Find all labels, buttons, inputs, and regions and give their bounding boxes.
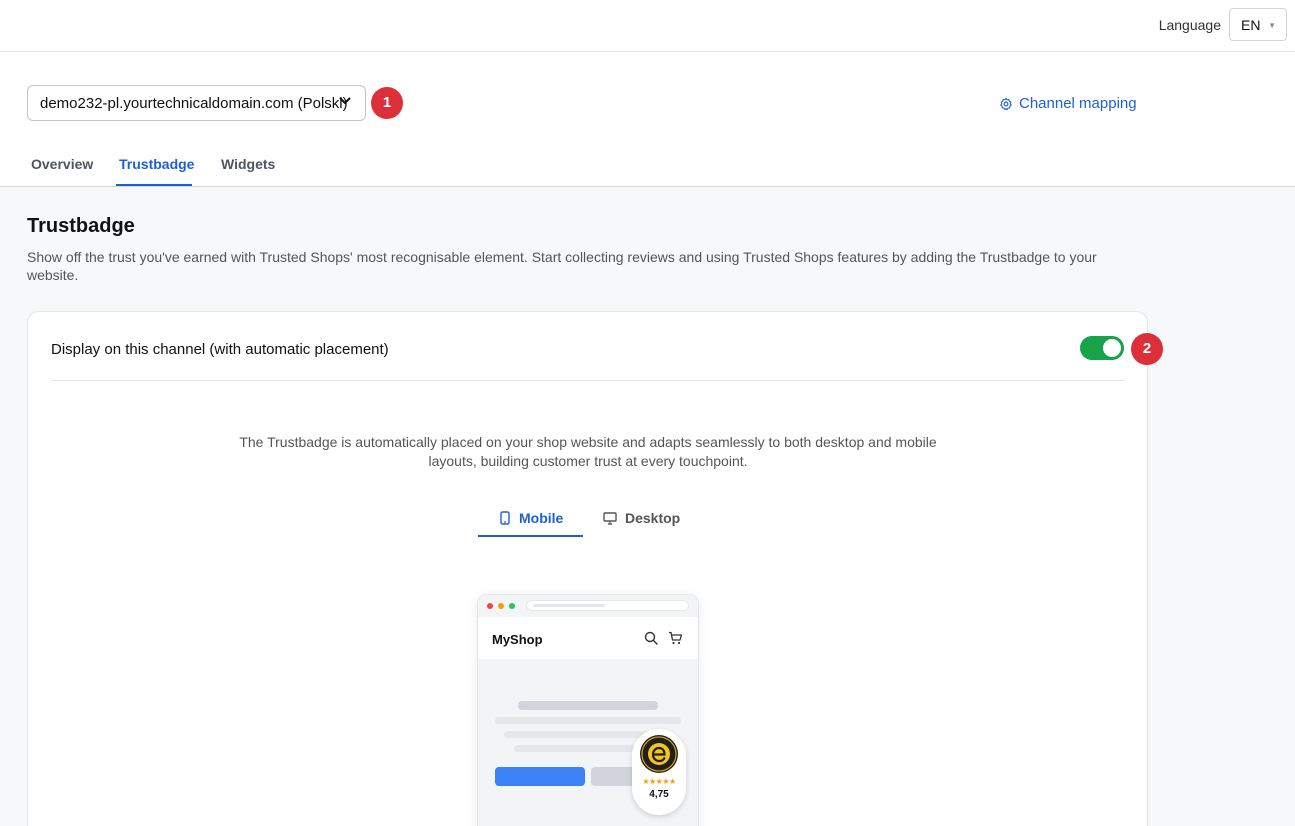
placeholder-line: [518, 701, 658, 710]
mobile-preview-mockup: MyShop ★★★★★ 4,75: [477, 594, 699, 826]
gear-icon: [1000, 97, 1012, 110]
channel-select-value: demo232-pl.yourtechnicaldomain.com (Pols…: [40, 95, 348, 112]
window-dot-yellow: [498, 603, 504, 609]
channel-select[interactable]: demo232-pl.yourtechnicaldomain.com (Pols…: [27, 85, 366, 121]
trustbadge-seal: ★★★★★ 4,75: [632, 729, 686, 815]
trustbadge-card: Display on this channel (with automatic …: [27, 311, 1163, 826]
tab-mobile[interactable]: Mobile: [499, 510, 563, 526]
channel-mapping-label: Channel mapping: [1019, 95, 1137, 112]
cart-icon: [669, 631, 683, 645]
window-dot-green: [509, 603, 515, 609]
channel-header: demo232-pl.yourtechnicaldomain.com (Pols…: [0, 52, 1295, 187]
trusted-shops-e-icon: [640, 735, 678, 773]
step-badge-2: 2: [1131, 333, 1163, 365]
placeholder-primary-button: [495, 767, 585, 786]
url-bar: [526, 600, 689, 611]
step-badge-1: 1: [371, 87, 403, 119]
browser-bar: [478, 595, 698, 617]
mobile-icon: [500, 511, 510, 525]
tab-overview[interactable]: Overview: [31, 156, 93, 172]
main-content: Trustbadge Show off the trust you've ear…: [0, 187, 1295, 826]
tab-desktop[interactable]: Desktop: [603, 510, 680, 526]
page-title: Trustbadge: [27, 215, 135, 237]
tab-mobile-label: Mobile: [519, 510, 564, 526]
language-value: EN: [1241, 17, 1261, 33]
language-select[interactable]: EN ▼: [1229, 8, 1287, 41]
placeholder-line: [495, 717, 681, 724]
shop-header: MyShop: [478, 617, 698, 659]
trustbadge-info-text: The Trustbadge is automatically placed o…: [239, 434, 937, 469]
toggle-knob: [1103, 339, 1121, 357]
search-icon: [644, 631, 658, 645]
divider: [51, 380, 1124, 381]
rating-value: 4,75: [649, 789, 669, 800]
tab-trustbadge[interactable]: Trustbadge: [119, 156, 194, 172]
window-dot-red: [487, 603, 493, 609]
rating-stars: ★★★★★: [642, 777, 676, 786]
active-tab-indicator: [116, 184, 192, 186]
shop-name: MyShop: [492, 632, 543, 647]
caret-down-icon: ▼: [1268, 21, 1276, 30]
active-view-indicator: [478, 535, 583, 537]
tab-desktop-label: Desktop: [625, 510, 681, 526]
display-toggle[interactable]: [1080, 336, 1124, 360]
top-bar: Language EN ▼: [0, 0, 1295, 52]
channel-mapping-link[interactable]: Channel mapping: [999, 95, 1137, 112]
page-description: Show off the trust you've earned with Tr…: [27, 249, 1097, 283]
chevron-down-icon: [339, 97, 351, 104]
desktop-icon: [603, 511, 617, 525]
language-label: Language: [1158, 17, 1221, 33]
tab-widgets[interactable]: Widgets: [221, 156, 275, 172]
display-toggle-label: Display on this channel (with automatic …: [51, 341, 389, 358]
